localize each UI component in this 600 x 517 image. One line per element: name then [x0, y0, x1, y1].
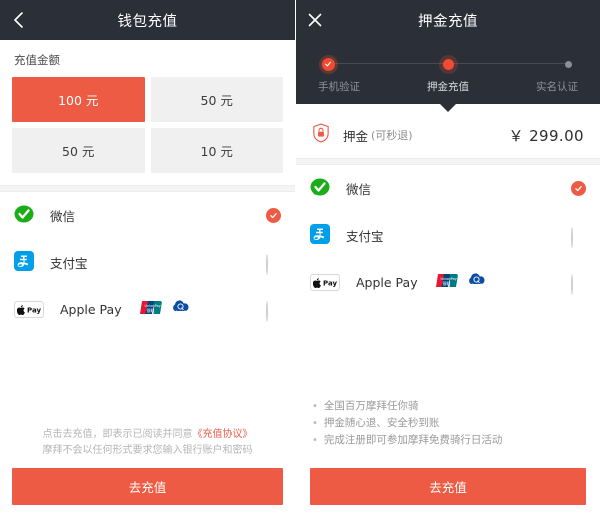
payment-method-row-alipay[interactable]: 支付宝 [296, 212, 600, 259]
deposit-summary-row: 押金 (可秒退) ￥ 299.00 [296, 112, 600, 158]
agreement-prefix: 点击去充值，即表示已阅读并同意 [42, 429, 193, 440]
payment-method-label: 支付宝 [346, 229, 384, 244]
payment-method-label: 微信 [346, 182, 372, 197]
svg-text:UnionPay: UnionPay [144, 304, 160, 308]
step-label-deposit: 押金充值 [427, 81, 469, 93]
close-icon [308, 13, 322, 27]
current-step-dot [442, 58, 454, 70]
chevron-left-icon [12, 11, 25, 29]
svg-text:QuickPass: QuickPass [175, 310, 191, 314]
payment-method-row-wechat[interactable]: 微信 [0, 192, 295, 239]
amount-options-grid: 100 元 50 元 50 元 10 元 [0, 77, 295, 185]
step-label-identity: 实名认证 [536, 81, 578, 93]
alipay-icon [14, 250, 34, 275]
quickpass-logo: QuickPass [169, 300, 194, 319]
agreement-line: 点击去充值，即表示已阅读并同意《充值协议》 [12, 427, 283, 443]
payment-method-row-wechat[interactable]: 微信 [296, 165, 600, 212]
payment-radio[interactable] [266, 301, 281, 322]
svg-text:银联: 银联 [146, 307, 154, 313]
payment-radio[interactable] [266, 254, 281, 275]
right-navbar: 押金充值 [296, 0, 600, 40]
stepper-track [318, 57, 578, 71]
alipay-icon [310, 223, 330, 248]
quickpass-logo: QuickPass [465, 273, 490, 292]
amount-option[interactable]: 50 元 [150, 77, 283, 122]
amount-option[interactable]: 10 元 [150, 128, 283, 173]
payment-radio[interactable] [571, 227, 586, 248]
card-logos: UnionPay 银联 QuickPass [139, 300, 194, 319]
section-divider [0, 185, 295, 192]
agreement-note: 摩拜不会以任何形式要求您输入银行账户和密码 [42, 445, 253, 456]
svg-text:银联: 银联 [442, 280, 450, 286]
wallet-recharge-screen: 钱包充值 充值金额 100 元 50 元 50 元 10 元 微信 支付宝 Pa… [0, 0, 296, 517]
right-footer: • 全国百万摩拜任你骑 • 押金随心退、安全秒到账 • 完成注册即可参加摩拜免费骑行日… [296, 398, 600, 517]
wechat-icon [310, 177, 330, 201]
amount-option[interactable]: 100 元 [12, 77, 145, 122]
deposit-recharge-screen: 押金充值 手机验证 押金充值 实名认证 押金 (可秒退) ￥ 299.00 微信… [296, 0, 600, 517]
page-title: 钱包充值 [117, 13, 178, 30]
check-icon [321, 57, 335, 71]
unionpay-logo: UnionPay 银联 [435, 273, 460, 292]
left-payment-method-list: 微信 支付宝 Pay Apple Pay UnionPay 银联 QuickPa… [0, 192, 295, 333]
amount-section-label: 充值金额 [14, 53, 60, 67]
pending-step-dot [564, 60, 572, 68]
payment-method-row-applepay[interactable]: Pay Apple Pay UnionPay 银联 QuickPass [296, 259, 600, 306]
step-label-phone: 手机验证 [318, 81, 360, 93]
stepper-dots [318, 57, 578, 71]
bullet-dot-icon: • [312, 401, 318, 412]
step-dot-current[interactable] [438, 57, 458, 71]
payment-radio-selected[interactable] [571, 181, 586, 196]
benefit-text: 全国百万摩拜任你骑 [323, 400, 419, 412]
progress-stepper: 手机验证 押金充值 实名认证 [296, 40, 600, 104]
stepper-labels: 手机验证 押金充值 实名认证 [318, 79, 578, 94]
left-footer: 点击去充值，即表示已阅读并同意《充值协议》 摩拜不会以任何形式要求您输入银行账户… [0, 427, 295, 517]
payment-radio[interactable] [571, 274, 586, 295]
benefits-list: • 全国百万摩拜任你骑 • 押金随心退、安全秒到账 • 完成注册即可参加摩拜免费骑行日… [310, 398, 586, 459]
left-navbar: 钱包充值 [0, 0, 295, 40]
recharge-button[interactable]: 去充值 [12, 468, 283, 505]
payment-method-row-alipay[interactable]: 支付宝 [0, 239, 295, 286]
benefit-text: 押金随心退、安全秒到账 [323, 417, 440, 429]
bullet-dot-icon: • [312, 418, 318, 429]
screens-container: 钱包充值 充值金额 100 元 50 元 50 元 10 元 微信 支付宝 Pa… [0, 0, 600, 517]
wechat-icon [14, 204, 34, 228]
list-item: • 全国百万摩拜任你骑 [312, 398, 584, 415]
notch-triangle [440, 104, 456, 112]
back-button[interactable] [12, 0, 25, 40]
stepper-notch [296, 104, 600, 112]
deposit-note: (可秒退) [371, 129, 413, 142]
payment-method-row-applepay[interactable]: Pay Apple Pay UnionPay 银联 QuickPass [0, 286, 295, 333]
deposit-amount: ￥ 299.00 [508, 126, 584, 145]
svg-text:Pay: Pay [27, 307, 41, 315]
page-title: 押金充值 [418, 13, 478, 30]
apple-pay-icon: Pay [14, 301, 44, 318]
svg-text:UnionPay: UnionPay [440, 277, 456, 281]
apple-pay-icon: Pay [310, 274, 340, 291]
benefit-text: 完成注册即可参加摩拜免费骑行日活动 [323, 434, 503, 446]
bullet-dot-icon: • [312, 435, 318, 446]
payment-method-label: 支付宝 [50, 256, 88, 271]
card-logos: UnionPay 银联 QuickPass [435, 273, 490, 292]
recharge-button[interactable]: 去充值 [310, 468, 586, 505]
payment-method-label: Apple Pay [60, 302, 122, 317]
unionpay-logo: UnionPay 银联 [139, 300, 164, 319]
section-divider [296, 158, 600, 165]
close-button[interactable] [308, 0, 322, 40]
shield-lock-icon [312, 123, 330, 147]
payment-method-label: 微信 [50, 209, 76, 224]
step-dot-todo[interactable] [558, 57, 578, 71]
deposit-label: 押金 [343, 128, 369, 144]
amount-option[interactable]: 50 元 [12, 128, 145, 173]
list-item: • 完成注册即可参加摩拜免费骑行日活动 [312, 432, 584, 449]
svg-text:Pay: Pay [323, 280, 337, 288]
payment-method-label: Apple Pay [356, 275, 418, 290]
svg-text:QuickPass: QuickPass [471, 283, 487, 287]
list-item: • 押金随心退、安全秒到账 [312, 415, 584, 432]
agreement-link[interactable]: 《充值协议》 [193, 429, 253, 440]
payment-radio-selected[interactable] [266, 208, 281, 223]
step-dot-done[interactable] [318, 57, 338, 71]
right-payment-method-list: 微信 支付宝 Pay Apple Pay UnionPay 银联 QuickPa… [296, 165, 600, 306]
